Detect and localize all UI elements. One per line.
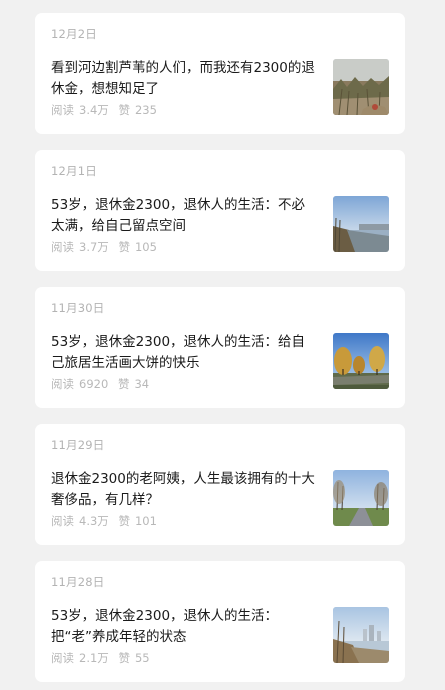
park-trees-photo bbox=[333, 333, 389, 389]
river-city-photo-thumbnail[interactable] bbox=[333, 607, 389, 663]
like-count-label: 赞 bbox=[118, 103, 130, 117]
article-card[interactable]: 11月30日 53岁，退休金2300，退休人的生活：给自己旅居生活画大饼的快乐 … bbox=[35, 287, 405, 408]
article-stats: 阅读 3.7万 赞 105 bbox=[51, 239, 162, 255]
article-date: 12月1日 bbox=[51, 164, 97, 178]
read-count: 4.3万 bbox=[79, 514, 109, 528]
article-card[interactable]: 12月1日 53岁，退休金2300，退休人的生活：不必太满，给自己留点空间 阅读… bbox=[35, 150, 405, 271]
like-count: 235 bbox=[134, 103, 157, 117]
article-stats: 阅读 6920 赞 34 bbox=[51, 376, 154, 392]
read-count: 3.4万 bbox=[79, 103, 109, 117]
park-trees-photo-thumbnail[interactable] bbox=[333, 333, 389, 389]
read-count-label: 阅读 bbox=[51, 651, 74, 665]
reed-field-photo bbox=[333, 59, 389, 115]
riverside-sky-photo bbox=[333, 196, 389, 252]
read-count: 3.7万 bbox=[79, 240, 109, 254]
article-date: 11月30日 bbox=[51, 301, 105, 315]
read-count: 2.1万 bbox=[79, 651, 109, 665]
read-count-label: 阅读 bbox=[51, 377, 74, 391]
article-card[interactable]: 11月28日 53岁，退休金2300，退休人的生活：把“老”养成年轻的状态 阅读… bbox=[35, 561, 405, 682]
article-title[interactable]: 53岁，退休金2300，退休人的生活：不必太满，给自己留点空间 bbox=[51, 195, 315, 237]
reed-field-photo-thumbnail[interactable] bbox=[333, 59, 389, 115]
like-count-label: 赞 bbox=[118, 514, 130, 528]
article-card[interactable]: 11月29日 退休金2300的老阿姨，人生最该拥有的十大奢侈品，有几样？ 阅读 4… bbox=[35, 424, 405, 545]
article-stats: 阅读 4.3万 赞 101 bbox=[51, 513, 162, 529]
like-count: 34 bbox=[134, 377, 150, 391]
road-trees-photo-thumbnail[interactable] bbox=[333, 470, 389, 526]
article-title[interactable]: 退休金2300的老阿姨，人生最该拥有的十大奢侈品，有几样？ bbox=[51, 469, 315, 511]
article-title[interactable]: 53岁，退休金2300，退休人的生活：把“老”养成年轻的状态 bbox=[51, 606, 315, 648]
article-date: 12月2日 bbox=[51, 27, 97, 41]
river-city-photo bbox=[333, 607, 389, 663]
article-date: 11月28日 bbox=[51, 575, 105, 589]
article-date: 11月29日 bbox=[51, 438, 105, 452]
article-title[interactable]: 53岁，退休金2300，退休人的生活：给自己旅居生活画大饼的快乐 bbox=[51, 332, 315, 374]
read-count-label: 阅读 bbox=[51, 103, 74, 117]
article-title[interactable]: 看到河边割芦苇的人们，而我还有2300的退休金，想想知足了 bbox=[51, 58, 315, 100]
read-count: 6920 bbox=[79, 377, 109, 391]
like-count-label: 赞 bbox=[118, 240, 130, 254]
riverside-sky-photo-thumbnail[interactable] bbox=[333, 196, 389, 252]
article-card[interactable]: 12月2日 看到河边割芦苇的人们，而我还有2300的退休金，想想知足了 阅读 3.… bbox=[35, 13, 405, 134]
road-trees-photo bbox=[333, 470, 389, 526]
read-count-label: 阅读 bbox=[51, 240, 74, 254]
article-stats: 阅读 2.1万 赞 55 bbox=[51, 650, 155, 666]
like-count: 101 bbox=[134, 514, 157, 528]
article-stats: 阅读 3.4万 赞 235 bbox=[51, 102, 162, 118]
like-count-label: 赞 bbox=[117, 377, 130, 391]
read-count-label: 阅读 bbox=[51, 514, 74, 528]
like-count-label: 赞 bbox=[118, 651, 130, 665]
like-count: 105 bbox=[134, 240, 157, 254]
like-count: 55 bbox=[134, 651, 150, 665]
